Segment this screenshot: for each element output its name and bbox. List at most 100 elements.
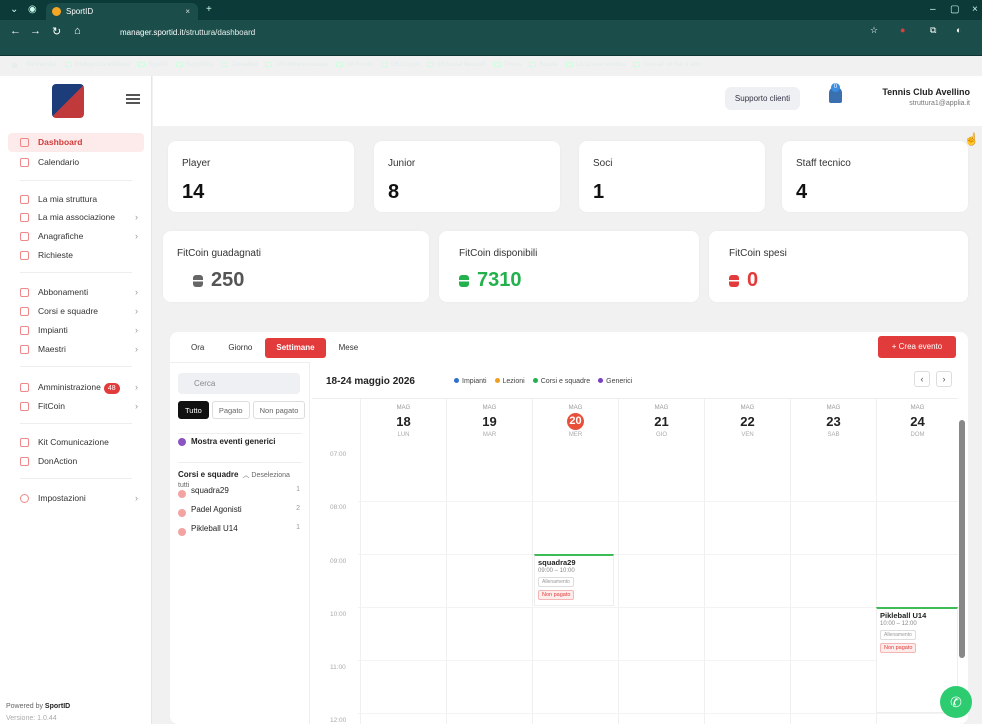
- extensions-puzzle-icon[interactable]: ⧉: [930, 25, 936, 36]
- day-header[interactable]: MAG 19 MAR: [446, 399, 532, 449]
- bookmark-1[interactable]: Intelligenza artificiale: [64, 62, 130, 68]
- reload-icon[interactable]: ↻: [52, 25, 61, 38]
- sidebar-item-corsi[interactable]: Corsi e squadre ›: [8, 302, 144, 321]
- bookmark-7[interactable]: OKGoogle: [381, 62, 419, 68]
- day-header[interactable]: MAG 18 LUN: [360, 399, 446, 449]
- bookmark-star-icon[interactable]: ☆: [870, 25, 878, 36]
- bookmark-10[interactable]: Scuola: [529, 62, 558, 68]
- bookmark-11[interactable]: Locazione turistica: [565, 62, 625, 68]
- url-domain: manager.sportid.it: [120, 28, 184, 37]
- apps-icon[interactable]: ▦: [12, 62, 18, 69]
- whatsapp-chat-icon[interactable]: ✆: [940, 686, 972, 718]
- sidebar-item-anagrafiche[interactable]: Anagrafiche ›: [8, 227, 144, 246]
- extension-icon[interactable]: ●: [900, 25, 905, 35]
- bookmark-4[interactable]: Zerokilled: [221, 62, 257, 68]
- settings-icon: [20, 494, 29, 503]
- bookmark-12[interactable]: Giornali on line e altro: [633, 62, 702, 68]
- stat-card-staff[interactable]: Staff tecnico 4: [782, 141, 968, 212]
- prev-week-button[interactable]: ‹: [914, 371, 930, 387]
- money-icon: [20, 383, 29, 392]
- check-icon: [178, 509, 186, 517]
- notifications-bell-icon[interactable]: 0: [829, 83, 842, 103]
- course-item[interactable]: Padel Agonisti 2: [178, 505, 302, 517]
- sidebar-item-impianti[interactable]: Impianti ›: [8, 321, 144, 340]
- tab-ora[interactable]: Ora: [180, 338, 215, 358]
- calendar-legend: Impianti Lezioni Corsi e squadre Generic…: [454, 378, 632, 385]
- sidebar-item-maestri[interactable]: Maestri ›: [8, 340, 144, 359]
- stat-card-junior[interactable]: Junior 8: [374, 141, 560, 212]
- search-input[interactable]: Cerca: [178, 373, 300, 394]
- club-name[interactable]: Tennis Club Avellino: [882, 87, 970, 97]
- sidebar-item-impostazioni[interactable]: Impostazioni ›: [8, 489, 144, 508]
- profile-icon[interactable]: ◐: [956, 25, 961, 35]
- fitcoin-card-guadagnati[interactable]: FitCoin guadagnati 250: [163, 231, 429, 302]
- chevron-right-icon: ›: [135, 344, 138, 354]
- day-header[interactable]: MAG 21 GIO: [618, 399, 704, 449]
- calendar-scrollbar[interactable]: [959, 420, 965, 658]
- chevron-right-icon: ›: [135, 382, 138, 392]
- sidebar-item-abbonamenti[interactable]: Abbonamenti ›: [8, 283, 144, 302]
- kit-icon: [20, 438, 29, 447]
- bookmark-3[interactable]: Semplifico: [175, 62, 213, 68]
- sidebar-item-dashboard[interactable]: Dashboard: [8, 133, 144, 152]
- chevron-right-icon: ›: [135, 231, 138, 241]
- fitcoin-card-spesi[interactable]: FitCoin spesi 0: [709, 231, 968, 302]
- maximize-button[interactable]: ▢: [950, 0, 959, 20]
- show-generic-toggle[interactable]: Mostra eventi generici: [178, 433, 302, 446]
- browser-tab[interactable]: SportID ×: [46, 3, 198, 20]
- bookmark-6[interactable]: OKServizi: [336, 62, 373, 68]
- app-version: Versione: 1.0.44: [6, 715, 57, 722]
- bookmark-9[interactable]: Tennis: [493, 62, 521, 68]
- date-range: 18-24 maggio 2026: [326, 376, 415, 387]
- sidebar-item-struttura[interactable]: La mia struttura: [8, 190, 144, 209]
- tab-giorno[interactable]: Giorno: [217, 338, 263, 358]
- sidebar: Dashboard Calendario La mia struttura La…: [0, 76, 152, 724]
- tab-close-icon[interactable]: ×: [185, 3, 190, 20]
- sidebar-item-richieste[interactable]: Richieste: [8, 246, 144, 265]
- close-window-button[interactable]: ×: [972, 0, 978, 20]
- day-header[interactable]: MAG 22 VEN: [704, 399, 790, 449]
- fitcoin-card-disponibili[interactable]: FitCoin disponibili 7310: [439, 231, 699, 302]
- bookmark-2[interactable]: SportId: [138, 62, 168, 68]
- new-tab-button[interactable]: +: [206, 0, 212, 20]
- minimize-button[interactable]: –: [930, 0, 936, 20]
- sidebar-item-associazione[interactable]: La mia associazione ›: [8, 208, 144, 227]
- create-event-button[interactable]: + Crea evento: [878, 336, 956, 358]
- hour-label: 09:00: [330, 558, 347, 565]
- support-button[interactable]: Supporto clienti: [725, 87, 800, 110]
- tab-search-icon[interactable]: ⌄: [10, 0, 18, 20]
- stat-card-soci[interactable]: Soci 1: [579, 141, 765, 212]
- check-icon: [178, 438, 186, 446]
- course-item[interactable]: Pikleball U14 1: [178, 524, 302, 536]
- sidebar-item-calendario[interactable]: Calendario: [8, 153, 144, 172]
- sidebar-item-kit[interactable]: Kit Comunicazione: [8, 433, 144, 452]
- day-header[interactable]: MAG 24 DOM: [876, 399, 958, 449]
- event-squadra29[interactable]: squadra29 09:00 – 10:00 Allenamento Non …: [534, 554, 614, 606]
- day-header[interactable]: MAG 23 SAB: [790, 399, 876, 449]
- bookmark-5[interactable]: OKAmministrazione: [265, 62, 328, 68]
- day-header-today[interactable]: MAG 20 MER: [532, 399, 618, 449]
- filter-tutto[interactable]: Tutto: [178, 401, 209, 419]
- sidebar-item-amministrazione[interactable]: Amministrazione 48 ›: [8, 378, 144, 397]
- filter-non-pagato[interactable]: Non pagato: [252, 401, 306, 419]
- tab-mese[interactable]: Mese: [328, 338, 370, 358]
- bookmark-8[interactable]: OKSocial Network: [427, 62, 486, 68]
- sidebar-item-donaction[interactable]: DonAction: [8, 452, 144, 471]
- home-icon[interactable]: ⌂: [74, 25, 81, 37]
- calendar-panel: Ora Giorno Settimane Mese + Crea evento …: [170, 332, 968, 724]
- back-icon[interactable]: ←: [10, 25, 21, 37]
- filter-pagato[interactable]: Pagato: [211, 401, 250, 419]
- next-week-button[interactable]: ›: [936, 371, 952, 387]
- forward-icon[interactable]: →: [30, 25, 41, 37]
- sidebar-item-fitcoin[interactable]: FitCoin ›: [8, 397, 144, 416]
- hamburger-menu-icon[interactable]: [126, 94, 140, 104]
- calendar-filters: Cerca Tutto Pagato Non pagato Mostra eve…: [170, 362, 310, 724]
- bookmark-0[interactable]: WeTransfer: [26, 62, 57, 68]
- status-badge: Non pagato: [880, 643, 917, 653]
- hand-cursor-icon: ☝: [964, 132, 979, 146]
- contacts-icon: [20, 232, 29, 241]
- url-field[interactable]: manager.sportid.it/struttura/dashboard: [104, 24, 824, 41]
- stat-card-player[interactable]: Player 14: [168, 141, 354, 212]
- tab-settimane[interactable]: Settimane: [265, 338, 326, 358]
- course-item[interactable]: squadra29 1: [178, 486, 302, 498]
